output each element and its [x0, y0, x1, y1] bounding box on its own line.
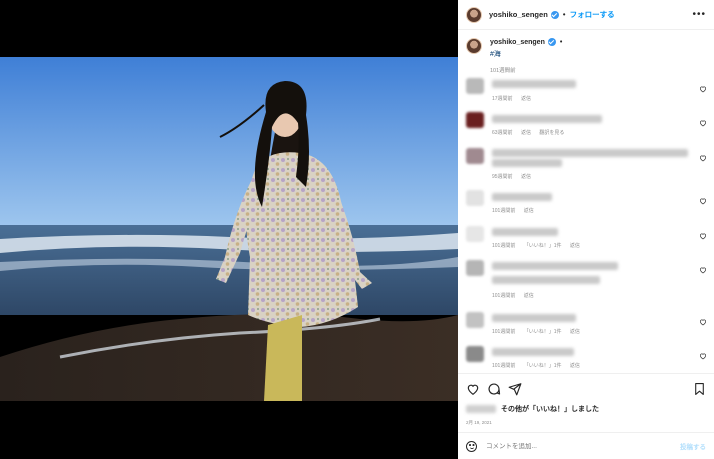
comment-time: 101週間前 — [492, 243, 516, 249]
avatar[interactable] — [466, 38, 482, 54]
heart-icon[interactable] — [699, 85, 707, 93]
comment-meta: 17週間前 返信 — [492, 95, 538, 102]
reply-button[interactable]: 返信 — [570, 363, 580, 369]
avatar[interactable] — [466, 6, 482, 23]
post-date: 2月 19, 2021 — [466, 420, 492, 425]
emoji-icon[interactable] — [466, 440, 477, 452]
heart-icon[interactable] — [699, 154, 707, 162]
comment-text-blurred — [492, 159, 562, 167]
comment-time: 95週間前 — [492, 174, 513, 180]
comment-time: 101週間前 — [492, 293, 516, 299]
comment-avatar[interactable] — [466, 226, 484, 242]
comment-text-blurred — [492, 80, 576, 88]
verified-icon — [550, 10, 559, 19]
heart-icon[interactable] — [699, 119, 707, 127]
reply-button[interactable]: 返信 — [521, 96, 531, 102]
comment-text-blurred — [492, 149, 688, 157]
reply-button[interactable]: 返信 — [570, 329, 580, 335]
likes-summary: その他が「いいね！」しました — [458, 404, 714, 414]
heart-icon[interactable] — [699, 352, 707, 360]
caption-timestamp: 101週間前 — [490, 68, 516, 74]
post-actions: その他が「いいね！」しました 2月 19, 2021 — [458, 373, 714, 426]
likes-user-blurred — [466, 405, 496, 413]
comment-avatar[interactable] — [466, 346, 484, 362]
share-icon[interactable] — [508, 382, 522, 396]
caption: yoshiko_sengen • #海 101週間前 — [458, 30, 714, 74]
comment-text-blurred — [492, 193, 552, 201]
post-media — [0, 0, 458, 459]
comment-meta: 101週間前 返信 — [492, 292, 541, 299]
comment-input[interactable] — [486, 442, 656, 450]
heart-icon[interactable] — [699, 266, 707, 274]
translate-button[interactable]: 翻訳を見る — [539, 130, 564, 136]
comment-meta: 101週間前 「いいね！」1件 返信 — [492, 242, 587, 249]
post-side-panel: yoshiko_sengen • フォローする ••• yoshiko_seng… — [458, 0, 714, 459]
comment-text-blurred — [492, 228, 558, 236]
comment-avatar[interactable] — [466, 260, 484, 276]
likes-count[interactable]: 「いいね！」1件 — [524, 243, 562, 249]
comment-meta: 101週間前 返信 — [492, 207, 541, 214]
comment-avatar[interactable] — [466, 190, 484, 206]
post-header: yoshiko_sengen • フォローする ••• — [458, 0, 714, 30]
heart-icon[interactable] — [466, 382, 480, 396]
post-photo[interactable] — [0, 57, 458, 401]
comment-text-blurred — [492, 314, 576, 322]
comment-text-blurred — [492, 115, 602, 123]
reply-button[interactable]: 返信 — [524, 208, 534, 214]
comment-time: 101週間前 — [492, 208, 516, 214]
comment-avatar[interactable] — [466, 78, 484, 94]
username[interactable]: yoshiko_sengen — [489, 10, 548, 19]
separator-dot: • — [562, 10, 566, 19]
comment-text-blurred — [492, 276, 600, 284]
follow-button[interactable]: フォローする — [570, 9, 615, 20]
likes-count[interactable]: 「いいね！」1件 — [524, 329, 562, 335]
comment-avatar[interactable] — [466, 112, 484, 128]
instagram-post-modal: yoshiko_sengen • フォローする ••• yoshiko_seng… — [0, 0, 714, 459]
comment-text-blurred — [492, 262, 618, 270]
heart-icon[interactable] — [699, 232, 707, 240]
likes-count[interactable]: 「いいね！」1件 — [524, 363, 562, 369]
caption-hashtag[interactable]: #海 — [490, 49, 566, 59]
comment-meta: 63週間前 返信 翻訳を見る — [492, 129, 571, 136]
comment-time: 63週間前 — [492, 130, 513, 136]
heart-icon[interactable] — [699, 197, 707, 205]
reply-button[interactable]: 返信 — [524, 293, 534, 299]
comment-meta: 101週間前 「いいね！」1件 返信 — [492, 362, 587, 369]
reply-button[interactable]: 返信 — [521, 130, 531, 136]
comment-time: 17週間前 — [492, 96, 513, 102]
post-comment-button[interactable]: 投稿する — [680, 441, 706, 451]
comment-time: 101週間前 — [492, 329, 516, 335]
reply-button[interactable]: 返信 — [521, 174, 531, 180]
bookmark-icon[interactable] — [693, 382, 706, 396]
comment-text-blurred — [492, 348, 574, 356]
caption-username[interactable]: yoshiko_sengen — [490, 39, 545, 46]
comment-icon[interactable] — [487, 382, 501, 396]
reply-button[interactable]: 返信 — [570, 243, 580, 249]
separator-dot: • — [559, 38, 563, 46]
comment-avatar[interactable] — [466, 148, 484, 164]
likes-text[interactable]: その他が「いいね！」しました — [501, 404, 599, 414]
comment-composer: 投稿する — [458, 432, 714, 459]
comment-meta: 101週間前 「いいね！」1件 返信 — [492, 328, 587, 335]
verified-icon — [547, 38, 556, 46]
more-icon[interactable]: ••• — [692, 9, 706, 20]
comment-avatar[interactable] — [466, 312, 484, 328]
comment-time: 101週間前 — [492, 363, 516, 369]
heart-icon[interactable] — [699, 318, 707, 326]
comment-meta: 95週間前 返信 — [492, 173, 538, 180]
